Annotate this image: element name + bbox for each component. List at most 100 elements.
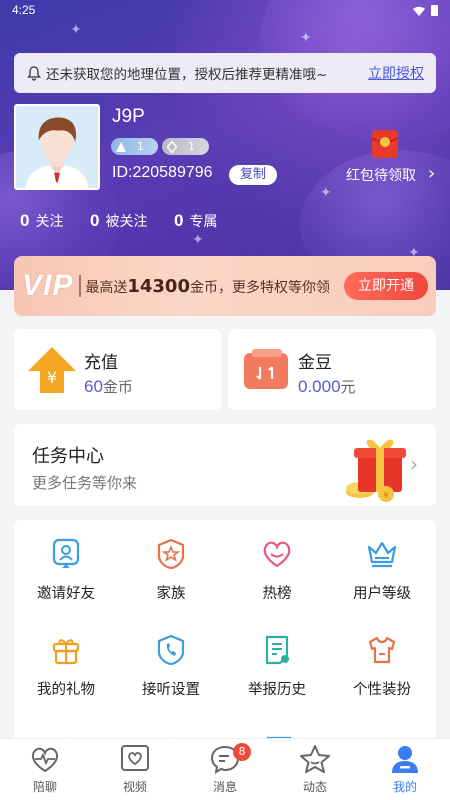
stat-following-label: 关注 bbox=[35, 214, 64, 230]
recharge-unit: 金币 bbox=[102, 378, 133, 396]
stat-exclusive[interactable]: 0 专属 bbox=[174, 211, 217, 231]
gift-icon bbox=[52, 639, 80, 665]
charm-level-value: 1 bbox=[188, 140, 195, 153]
vip-text-prefix: 最高送 bbox=[85, 279, 128, 296]
heartbeat-icon bbox=[31, 747, 59, 773]
task-center-card[interactable]: 任务中心 更多任务等你来 ¥ › bbox=[14, 424, 436, 506]
stat-followers[interactable]: 0 被关注 bbox=[90, 211, 147, 231]
grid-label-invite: 邀请好友 bbox=[37, 586, 95, 602]
report-icon bbox=[265, 635, 289, 665]
copy-id-button[interactable]: 复制 bbox=[229, 165, 277, 185]
phone-icon bbox=[157, 634, 185, 666]
wealth-level-badge: 1 bbox=[111, 138, 158, 155]
vip-banner[interactable]: VIP 最高送14300金币，更多特权等你领 立即开通 bbox=[14, 256, 436, 316]
vip-divider bbox=[79, 275, 82, 297]
vip-logo: VIP bbox=[22, 269, 74, 302]
feature-grid: 邀请好友 家族 热榜 用户等级 我的礼物 接听设置 举报历史 个性装扮 bbox=[14, 520, 436, 760]
stat-following-count: 0 bbox=[20, 211, 30, 230]
profile-icon bbox=[392, 746, 418, 773]
grid-item-invite[interactable]: 邀请好友 bbox=[16, 538, 116, 603]
beans-amount: 0.000 bbox=[298, 377, 341, 396]
grid-label-hot-list: 热榜 bbox=[262, 586, 292, 602]
recharge-value: 60金币 bbox=[84, 376, 133, 397]
stat-following[interactable]: 0 关注 bbox=[20, 211, 63, 231]
grid-item-report-history[interactable]: 举报历史 bbox=[227, 634, 327, 699]
vip-text-suffix: 金币，更多特权等你领 bbox=[189, 279, 330, 296]
grid-item-dress-up[interactable]: 个性装扮 bbox=[332, 634, 432, 699]
diamond-icon bbox=[166, 140, 178, 153]
grid-item-hot-list[interactable]: 热榜 bbox=[227, 538, 327, 603]
red-packet-icon[interactable] bbox=[370, 128, 400, 160]
grid-label-my-gifts: 我的礼物 bbox=[37, 682, 95, 698]
task-center-title: 任务中心 bbox=[32, 446, 104, 467]
stat-followers-label: 被关注 bbox=[105, 214, 148, 230]
avatar[interactable] bbox=[14, 104, 100, 190]
tab-video[interactable]: 视频 bbox=[90, 744, 180, 795]
wifi-icon bbox=[413, 6, 425, 16]
wallet-icon bbox=[244, 349, 288, 389]
location-notice-text: 还未获取您的地理位置，授权后推荐更精准哦~ bbox=[46, 67, 328, 83]
avatar-image bbox=[16, 106, 98, 188]
tab-label-mine: 我的 bbox=[392, 780, 417, 794]
tab-moments[interactable]: 动态 bbox=[270, 744, 360, 795]
gift-box-icon: ¥ bbox=[346, 439, 406, 502]
nickname: J9P bbox=[112, 106, 145, 127]
recharge-title: 充值 bbox=[84, 353, 118, 373]
recharge-amount: 60 bbox=[84, 377, 103, 396]
vip-text: 最高送14300金币，更多特权等你领 bbox=[85, 276, 330, 297]
tab-label-video: 视频 bbox=[122, 780, 147, 794]
svg-text:¥: ¥ bbox=[47, 368, 57, 387]
svg-text:¥: ¥ bbox=[383, 491, 389, 501]
chevron-right-icon[interactable]: › bbox=[428, 163, 435, 184]
user-id: ID:220589796 bbox=[112, 164, 213, 181]
recharge-icon: ¥ bbox=[28, 347, 76, 393]
level-badges: 1 1 bbox=[111, 138, 209, 155]
status-bar: 4:25 bbox=[0, 0, 450, 22]
beans-card[interactable]: 金豆 0.000元 bbox=[228, 329, 436, 410]
red-packet-label[interactable]: 红包待领取 bbox=[346, 165, 416, 185]
tab-chat[interactable]: 陪聊 bbox=[0, 744, 90, 795]
heart-icon bbox=[263, 541, 291, 568]
recharge-card[interactable]: ¥ 充值 60金币 bbox=[14, 329, 221, 410]
vip-amount: 14300 bbox=[127, 275, 190, 297]
tab-label-moments: 动态 bbox=[302, 780, 327, 794]
star-icon bbox=[300, 745, 330, 773]
vip-open-button[interactable]: 立即开通 bbox=[344, 272, 428, 300]
grid-item-my-gifts[interactable]: 我的礼物 bbox=[16, 634, 116, 699]
crown-icon bbox=[367, 541, 397, 568]
family-icon bbox=[157, 538, 185, 570]
tab-label-messages: 消息 bbox=[212, 780, 237, 794]
chevron-right-icon: › bbox=[410, 452, 418, 476]
grid-item-family[interactable]: 家族 bbox=[121, 538, 221, 603]
stat-followers-count: 0 bbox=[90, 211, 100, 230]
tab-mine[interactable]: 我的 bbox=[360, 744, 450, 795]
beans-value: 0.000元 bbox=[298, 376, 356, 397]
grid-label-answer-settings: 接听设置 bbox=[142, 682, 200, 698]
stat-exclusive-count: 0 bbox=[174, 211, 184, 230]
triangle-icon bbox=[116, 141, 126, 152]
stat-exclusive-label: 专属 bbox=[189, 214, 218, 230]
invite-icon bbox=[52, 538, 80, 568]
tab-label-chat: 陪聊 bbox=[32, 780, 57, 794]
location-notice: 还未获取您的地理位置，授权后推荐更精准哦~ 立即授权 bbox=[14, 53, 436, 93]
grid-label-user-level: 用户等级 bbox=[353, 586, 411, 602]
status-time: 4:25 bbox=[12, 3, 36, 17]
message-count-badge: 8 bbox=[233, 743, 251, 761]
charm-level-badge: 1 bbox=[162, 138, 209, 155]
task-center-subtitle: 更多任务等你来 bbox=[32, 474, 138, 492]
grid-label-family: 家族 bbox=[156, 586, 186, 602]
tab-messages[interactable]: 消息 bbox=[180, 744, 270, 795]
authorize-link[interactable]: 立即授权 bbox=[368, 63, 424, 83]
video-heart-icon bbox=[121, 745, 149, 771]
grid-item-answer-settings[interactable]: 接听设置 bbox=[121, 634, 221, 699]
grid-label-report-history: 举报历史 bbox=[248, 682, 306, 698]
wealth-level-value: 1 bbox=[137, 140, 144, 153]
beans-unit: 元 bbox=[340, 378, 356, 396]
shirt-icon bbox=[368, 636, 396, 664]
battery-icon bbox=[431, 5, 438, 16]
bottom-tab-bar: 陪聊 视频 消息 动态 我的 bbox=[0, 738, 450, 800]
grid-label-dress-up: 个性装扮 bbox=[353, 682, 411, 698]
grid-item-user-level[interactable]: 用户等级 bbox=[332, 538, 432, 603]
bell-icon bbox=[27, 66, 41, 81]
beans-title: 金豆 bbox=[298, 353, 332, 373]
